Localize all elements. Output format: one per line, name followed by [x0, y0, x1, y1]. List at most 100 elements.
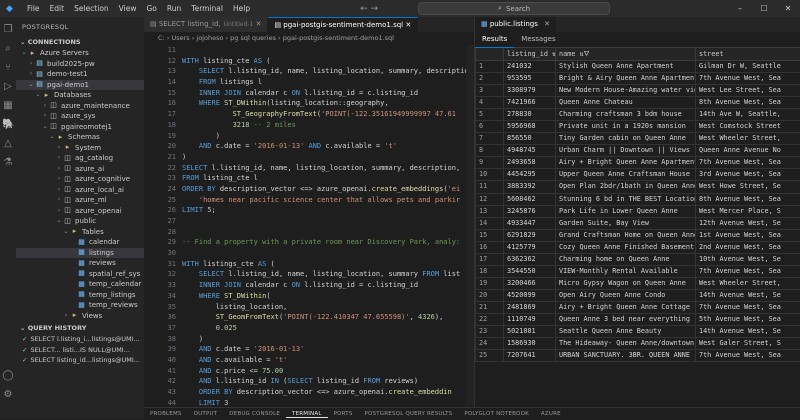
chevron-icon[interactable]: ›: [55, 195, 63, 206]
chevron-icon[interactable]: ›: [62, 311, 70, 322]
panel-tab-postgresql-query-results[interactable]: POSTGRESQL QUERY RESULTS: [359, 411, 459, 417]
cell-listing_id[interactable]: 953595: [504, 73, 556, 85]
cell-street[interactable]: 7th Avenue West, Sea: [696, 157, 800, 169]
table-row[interactable]: 92493658Airy + Bright Queen Anne Apartme…: [476, 157, 800, 169]
account-icon[interactable]: ◯: [2, 370, 14, 382]
cell-name[interactable]: Seattle Queen Anne Beauty: [556, 326, 696, 338]
settings-gear-icon[interactable]: ⚙: [2, 389, 14, 401]
cell-listing_id[interactable]: 3308979: [504, 85, 556, 97]
tree-item-azure-servers[interactable]: ⌄▸Azure Servers: [16, 48, 144, 59]
chevron-icon[interactable]: ›: [55, 164, 63, 175]
source-control-icon[interactable]: ⑂: [2, 62, 14, 74]
table-row[interactable]: 65956968Private unit in a 1920s mansionW…: [476, 121, 800, 133]
cell-name[interactable]: New Modern House-Amazing water view: [556, 85, 696, 97]
cell-listing_id[interactable]: 6291829: [504, 229, 556, 241]
column-header-listing_id[interactable]: listing_id ⇅⛛: [504, 48, 556, 61]
chevron-icon[interactable]: ›: [55, 206, 63, 217]
panel-tab-output[interactable]: OUTPUT: [188, 411, 224, 417]
menu-item-help[interactable]: Help: [228, 0, 255, 17]
cell-listing_id[interactable]: 3200466: [504, 277, 556, 289]
testing-icon[interactable]: ⚗: [2, 157, 14, 169]
tree-item-pgai-demo1[interactable]: ⌄▤pgai-demo1: [16, 80, 144, 91]
cell-listing_id[interactable]: 6362362: [504, 253, 556, 265]
table-row[interactable]: 193200466Micro Gypsy Wagon on Queen Anne…: [476, 277, 800, 289]
menu-item-terminal[interactable]: Terminal: [186, 0, 228, 17]
cell-name[interactable]: Stylish Queen Anne Apartment: [556, 61, 696, 73]
tree-item-build2025-pw[interactable]: ›▤build2025-pw: [16, 59, 144, 70]
query-history-header[interactable]: ⌄ QUERY HISTORY: [16, 323, 144, 334]
table-row[interactable]: 113883392Open Plan 2bdr/1bath in Queen A…: [476, 181, 800, 193]
table-row[interactable]: 204520099Open Airy Queen Anne Condo14th …: [476, 289, 800, 301]
tree-item-calendar[interactable]: ▦calendar: [16, 237, 144, 248]
cell-street[interactable]: West Wheeler Street,: [696, 277, 800, 289]
tab-public-listings[interactable]: ▦ public.listings ✕: [475, 17, 556, 32]
chevron-icon[interactable]: ›: [55, 153, 63, 164]
tree-item-tables[interactable]: ⌄▸Tables: [16, 227, 144, 238]
cell-street[interactable]: 7th Avenue West, Sea: [696, 265, 800, 277]
code-line[interactable]: 37 0.025: [144, 323, 474, 334]
panel-tab-azure[interactable]: AZURE: [535, 411, 567, 417]
chevron-icon[interactable]: ›: [27, 69, 35, 80]
tree-item-schemas[interactable]: ⌄▸Schemas: [16, 132, 144, 143]
cell-name[interactable]: Airy + Bright Queen Anne Cottage: [556, 301, 696, 313]
chevron-icon[interactable]: ›: [41, 101, 49, 112]
chevron-icon[interactable]: ⌄: [20, 48, 28, 59]
tree-item-reviews[interactable]: ▦reviews: [16, 258, 144, 269]
nav-arrows-icon[interactable]: ← →: [360, 4, 378, 14]
chevron-icon[interactable]: ›: [55, 174, 63, 185]
chevron-icon[interactable]: ›: [55, 185, 63, 196]
tree-item-listings[interactable]: ▦listings: [16, 248, 144, 259]
sort-icon[interactable]: ⇅: [575, 50, 583, 58]
chevron-icon[interactable]: ⌄: [62, 227, 70, 238]
table-row[interactable]: 1241032Stylish Queen Anne ApartmentGilma…: [476, 61, 800, 73]
azure-icon[interactable]: △: [2, 138, 14, 150]
table-row[interactable]: 235021081Seattle Queen Anne Beauty14th A…: [476, 326, 800, 338]
code-line[interactable]: 12WITH listing_cte AS (: [144, 56, 474, 67]
cell-name[interactable]: The Hideaway- Queen Anne/downtown: [556, 338, 696, 350]
table-row[interactable]: 125608462Stunning 6 bd in THE BEST Locat…: [476, 193, 800, 205]
tree-item-azure-local-ai[interactable]: ›◫azure_local_ai: [16, 185, 144, 196]
tree-item-temp-reviews[interactable]: ▦temp_reviews: [16, 300, 144, 311]
minimap[interactable]: [466, 45, 474, 405]
cell-name[interactable]: VIEW-Monthly Rental Available: [556, 265, 696, 277]
cell-name[interactable]: Urban Charm || Downtown || Views: [556, 145, 696, 157]
tree-item-azure-cognitive[interactable]: ›◫azure_cognitive: [16, 174, 144, 185]
cell-name[interactable]: Private unit in a 1920s mansion: [556, 121, 696, 133]
connections-header[interactable]: ⌄ CONNECTIONS: [16, 37, 144, 48]
table-row[interactable]: 133245876Park Life in Lower Queen AnneWe…: [476, 205, 800, 217]
cell-name[interactable]: Stunning 6 bd in THE BEST Location!: [556, 193, 696, 205]
cell-street[interactable]: West Wheeler Street,: [696, 133, 800, 145]
code-line[interactable]: 17 ST_GeographyFromText('POINT(-122.3516…: [144, 109, 474, 120]
table-row[interactable]: 47421966Queen Anne Chateau8th Avenue Wes…: [476, 97, 800, 109]
cell-name[interactable]: Queen Anne 3 bed near everything: [556, 313, 696, 325]
table-row[interactable]: 212481869Airy + Bright Queen Anne Cottag…: [476, 301, 800, 313]
code-line[interactable]: 38 ): [144, 334, 474, 345]
code-line[interactable]: 26LIMIT 5;: [144, 205, 474, 216]
code-line[interactable]: 44 LIMIT 3: [144, 398, 474, 407]
cell-name[interactable]: Garden Suite, Bay View: [556, 217, 696, 229]
cell-listing_id[interactable]: 7207641: [504, 350, 556, 362]
cell-listing_id[interactable]: 2481869: [504, 301, 556, 313]
command-search-box[interactable]: ⌕ Search: [418, 2, 610, 15]
cell-name[interactable]: Tiny Garden cabin on Queen Anne: [556, 133, 696, 145]
code-line[interactable]: 23FROM listing_cte l: [144, 173, 474, 184]
cell-street[interactable]: 7th Avenue West, Sea: [696, 73, 800, 85]
chevron-icon[interactable]: ›: [55, 143, 63, 154]
cell-listing_id[interactable]: 3544550: [504, 265, 556, 277]
panel-tab-ports[interactable]: PORTS: [328, 411, 359, 417]
cell-name[interactable]: Micro Gypsy Wagon on Queen Anne: [556, 277, 696, 289]
code-line[interactable]: 19 ): [144, 131, 474, 142]
tree-item-demo-test1[interactable]: ›▤demo-test1: [16, 69, 144, 80]
cell-name[interactable]: Open Plan 2bdr/1bath in Queen Anne: [556, 181, 696, 193]
code-line[interactable]: 15 INNER JOIN calendar c ON l.listing_id…: [144, 88, 474, 99]
run-debug-icon[interactable]: ▷: [2, 81, 14, 93]
cell-listing_id[interactable]: 4948745: [504, 145, 556, 157]
minimize-icon[interactable]: –: [728, 0, 752, 17]
panel-tab-polyglot-notebook[interactable]: POLYGLOT NOTEBOOK: [458, 411, 535, 417]
tree-item-ag-catalog[interactable]: ›◫ag_catalog: [16, 153, 144, 164]
chevron-icon[interactable]: ›: [41, 111, 49, 122]
chevron-icon[interactable]: ⌄: [41, 122, 49, 133]
tree-item-temp-calendar[interactable]: ▦temp_calendar: [16, 279, 144, 290]
cell-street[interactable]: 14th Avenue West, Se: [696, 326, 800, 338]
results-subtab-results[interactable]: Results: [475, 32, 514, 48]
